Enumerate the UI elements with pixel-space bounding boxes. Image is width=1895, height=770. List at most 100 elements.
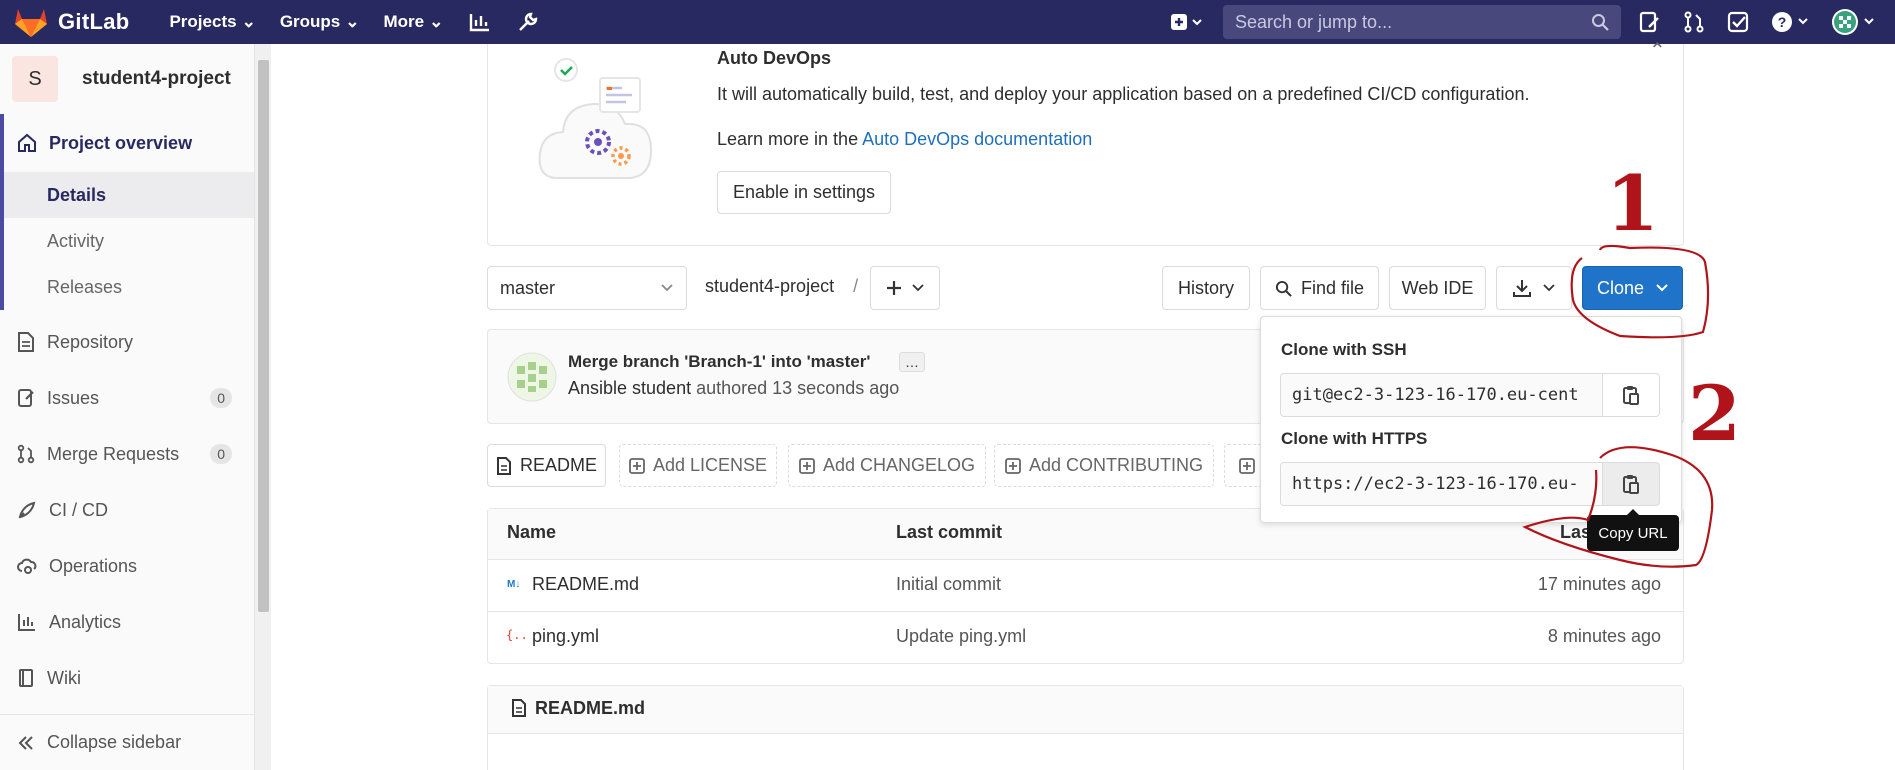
commit-meta: Ansible student authored 13 seconds ago [568, 378, 899, 399]
file-last-commit[interactable]: Update ping.yml [896, 626, 1026, 647]
help-icon[interactable]: ? [1771, 11, 1809, 33]
clone-button[interactable]: Clone [1582, 266, 1683, 310]
sidebar-subitem-activity[interactable]: Activity [0, 218, 254, 264]
svg-text:{..}: {..} [506, 628, 528, 642]
file-last-commit[interactable]: Initial commit [896, 574, 1001, 595]
chevron-down-icon [1543, 284, 1555, 292]
auto-devops-learn-more: Learn more in the Auto DevOps documentat… [717, 129, 1092, 150]
learn-more-prefix: Learn more in the [717, 129, 863, 149]
readme-button[interactable]: README [487, 444, 606, 487]
chevron-down-icon [661, 284, 673, 292]
brand-name: GitLab [58, 9, 130, 34]
svg-text:M↓: M↓ [507, 579, 520, 589]
expand-commit-button[interactable]: … [899, 352, 925, 372]
book-icon [19, 669, 33, 687]
merge-request-icon[interactable] [1683, 11, 1705, 33]
sidebar-item-analytics[interactable]: Analytics [0, 594, 254, 650]
sidebar-item-label: Repository [47, 331, 134, 352]
branch-name: master [500, 277, 556, 298]
chart-icon [18, 614, 35, 631]
file-name[interactable]: ping.yml [532, 626, 599, 647]
commit-time: authored 13 seconds ago [691, 378, 900, 398]
sidebar-subitem-details[interactable]: Details [0, 172, 254, 218]
copy-url-tooltip: Copy URL [1587, 509, 1679, 551]
nav-groups[interactable]: Groups ⌄ [280, 12, 360, 32]
plus-square-icon [629, 457, 645, 474]
sidebar-item-ci-cd[interactable]: CI / CD [0, 482, 254, 538]
web-ide-button[interactable]: Web IDE [1389, 266, 1486, 310]
clone-https-url-field[interactable]: https://ec2-3-123-16-170.eu- [1280, 462, 1603, 506]
annotation-number-two: 2 [1688, 369, 1741, 458]
clone-dropdown: Clone with SSH git@ec2-3-123-16-170.eu-c… [1260, 316, 1682, 523]
branch-selector[interactable]: master [487, 266, 687, 310]
commit-author[interactable]: Ansible student [568, 378, 691, 398]
breadcrumb-separator: / [853, 276, 859, 296]
copy-https-url-button[interactable] [1602, 462, 1660, 506]
sidebar-subitem-releases[interactable]: Releases [0, 264, 254, 310]
add-contributing-button[interactable]: Add CONTRIBUTING [994, 444, 1214, 487]
download-dropdown[interactable] [1496, 266, 1572, 310]
file-icon [496, 456, 511, 475]
file-icon [512, 699, 526, 717]
cloud-gear-icon [17, 558, 37, 574]
clone-label: Clone [1596, 277, 1645, 298]
gitlab-logo[interactable]: GitLab [14, 7, 129, 37]
history-button[interactable]: History [1162, 266, 1250, 310]
sidebar-item-operations[interactable]: Operations [0, 538, 254, 594]
sidebar-item-label: Wiki [47, 667, 81, 688]
commit-author-avatar[interactable] [507, 352, 557, 402]
sidebar-project-header[interactable]: S student4-project [0, 44, 254, 114]
nav-groups-label: Groups [279, 12, 341, 31]
nav-projects-label: Projects [169, 12, 237, 31]
auto-devops-docs-link[interactable]: Auto DevOps documentation [862, 129, 1092, 149]
svg-text:?: ? [1778, 14, 1787, 30]
add-changelog-label: Add CHANGELOG [822, 455, 976, 475]
sidebar-item-wiki[interactable]: Wiki [0, 650, 254, 706]
add-changelog-button[interactable]: Add CHANGELOG [788, 444, 986, 487]
add-file-dropdown[interactable] [870, 266, 940, 310]
wrench-icon[interactable] [517, 11, 539, 33]
merge-requests-count-badge: 0 [210, 444, 232, 464]
todo-check-icon[interactable] [1727, 11, 1749, 33]
sidebar-item-label: Analytics [49, 611, 122, 632]
add-license-button[interactable]: Add LICENSE [619, 444, 777, 487]
sidebar-item-merge-requests[interactable]: Merge Requests 0 [0, 426, 254, 482]
plus-square-icon [1005, 457, 1021, 474]
markdown-icon: M↓ [507, 579, 520, 589]
search-icon [1592, 14, 1609, 31]
sidebar-item-label: Operations [49, 555, 138, 576]
rocket-icon [18, 501, 36, 519]
close-icon[interactable]: ⌃ [1649, 38, 1666, 63]
annotation-number-one: 1 [1606, 159, 1659, 248]
sidebar-item-project-overview[interactable]: Project overview [0, 114, 254, 172]
copy-ssh-url-button[interactable] [1602, 373, 1660, 417]
nav-projects[interactable]: Projects ⌄ [169, 12, 255, 32]
clipboard-icon [1623, 386, 1639, 405]
file-name[interactable]: README.md [532, 574, 639, 595]
breadcrumb: student4-project / [705, 276, 858, 297]
find-file-label: Find file [1300, 277, 1365, 298]
sidebar-item-issues[interactable]: Issues 0 [0, 370, 254, 426]
enable-in-settings-button[interactable]: Enable in settings [717, 171, 891, 214]
readme-title[interactable]: README.md [535, 698, 645, 719]
sidebar-item-repository[interactable]: Repository [0, 314, 254, 370]
file-last-update: 17 minutes ago [1537, 574, 1661, 594]
clone-ssh-url-field[interactable]: git@ec2-3-123-16-170.eu-cent [1280, 373, 1603, 417]
search-placeholder: Search or jump to... [1235, 11, 1393, 32]
project-name: student4-project [82, 68, 231, 89]
column-last-commit-header: Last commit [896, 522, 1003, 542]
commit-title[interactable]: Merge branch 'Branch-1' into 'master' [568, 352, 870, 372]
todo-pencil-icon[interactable] [1639, 11, 1661, 33]
new-item-icon[interactable] [1169, 12, 1205, 32]
chevron-down-icon [1656, 284, 1668, 292]
breadcrumb-project[interactable]: student4-project [705, 276, 834, 296]
collapse-sidebar-button[interactable]: Collapse sidebar [0, 714, 255, 770]
nav-more[interactable]: More ⌄ [384, 12, 444, 32]
sidebar-scrollbar-thumb[interactable] [258, 60, 269, 612]
search-input[interactable]: Search or jump to... [1223, 5, 1621, 39]
add-contributing-label: Add CONTRIBUTING [1028, 455, 1204, 475]
user-avatar-icon[interactable] [1831, 7, 1877, 37]
activity-chart-icon[interactable] [469, 12, 491, 32]
clipboard-icon [1623, 475, 1639, 494]
find-file-button[interactable]: Find file [1260, 266, 1379, 310]
